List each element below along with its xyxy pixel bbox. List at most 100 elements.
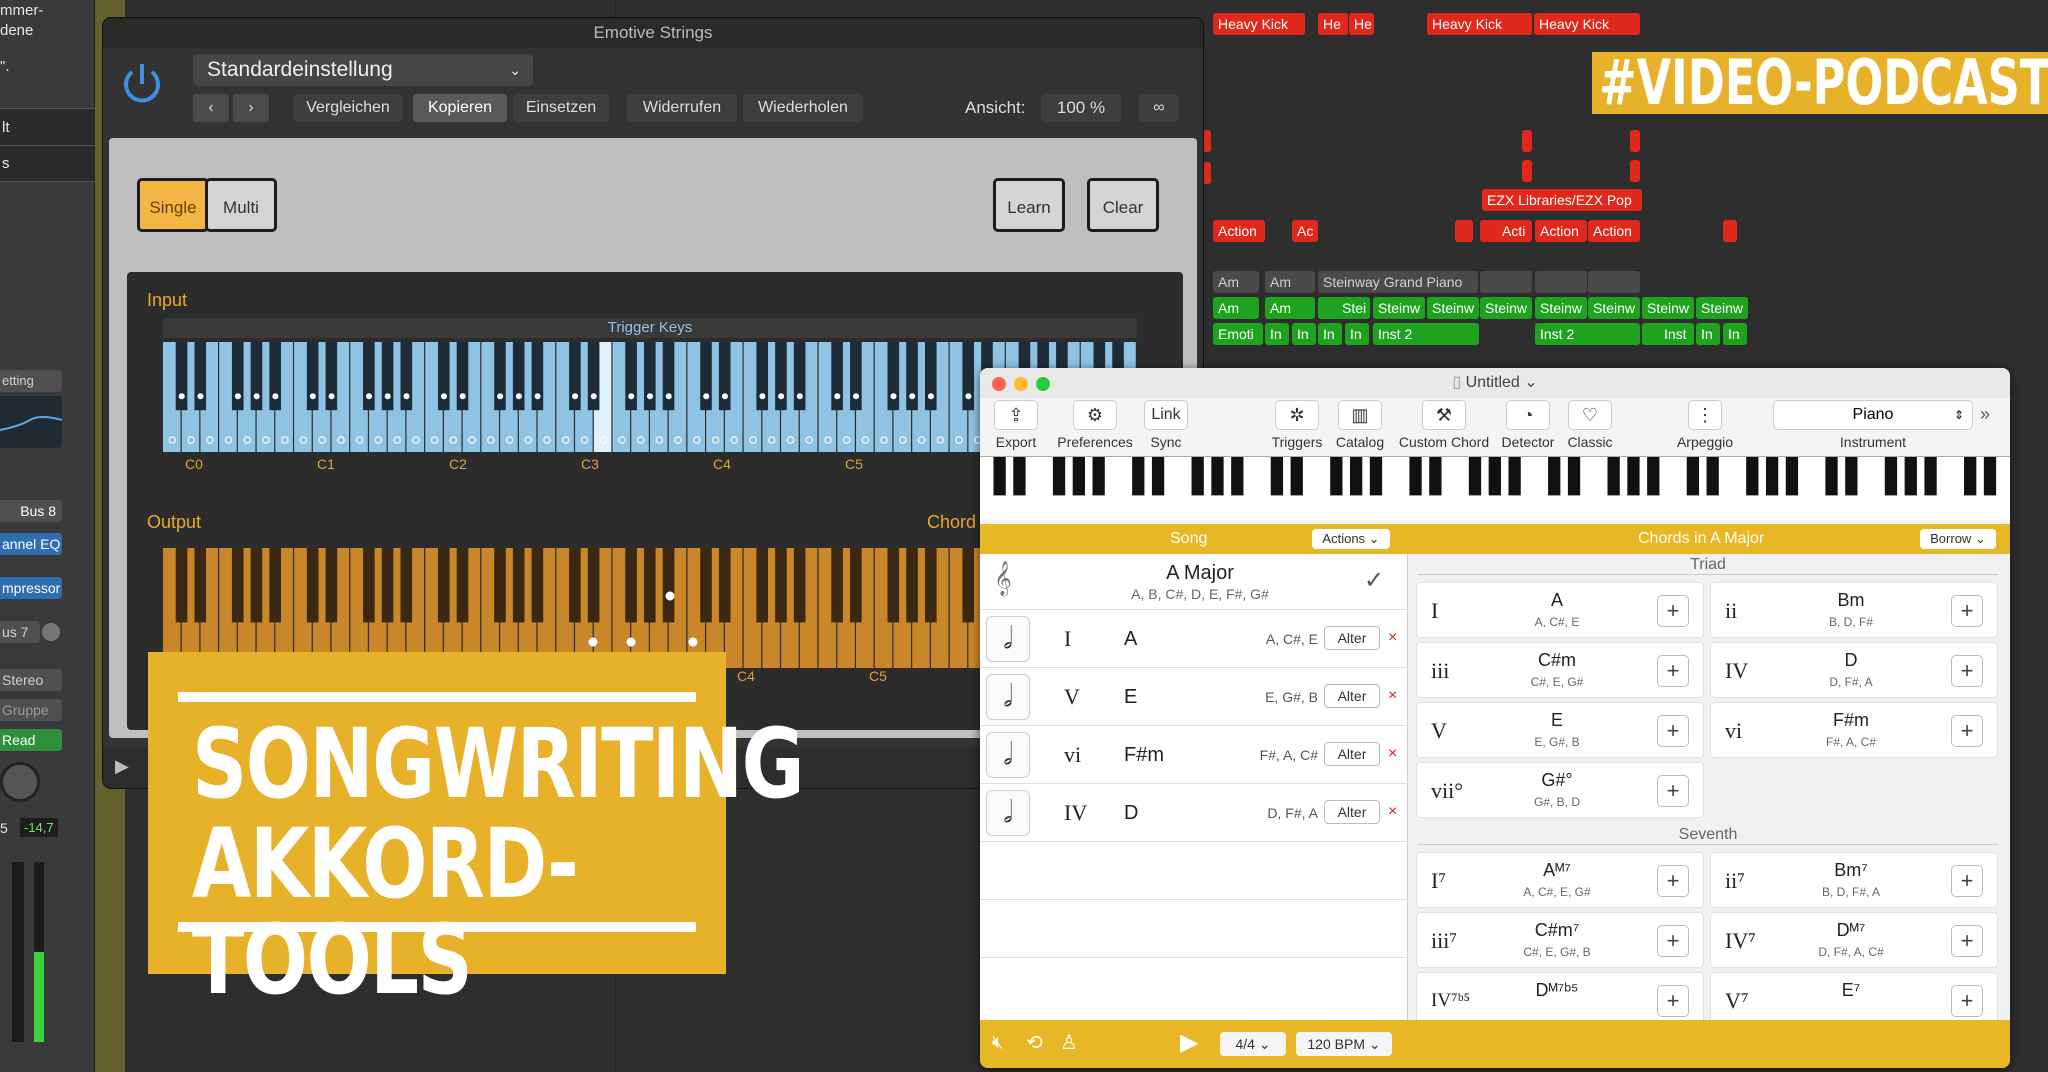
alter-button[interactable]: Alter: [1324, 742, 1380, 766]
black-key[interactable]: [625, 342, 637, 411]
black-key[interactable]: [1825, 457, 1838, 496]
black-key[interactable]: [962, 548, 975, 623]
region-heavy-kick[interactable]: Heavy Kick: [1534, 13, 1640, 35]
black-key[interactable]: [381, 548, 394, 623]
black-key[interactable]: [793, 342, 806, 411]
black-key[interactable]: [1013, 457, 1026, 496]
add-chord-button[interactable]: +: [1951, 925, 1983, 957]
region-marker[interactable]: [1630, 130, 1640, 152]
black-key[interactable]: [325, 548, 338, 623]
link-sync-button[interactable]: Link Sync: [1130, 400, 1202, 450]
remove-icon[interactable]: ×: [1388, 626, 1397, 650]
black-key[interactable]: [456, 342, 469, 411]
channel-eq-slot[interactable]: annel EQ: [0, 533, 62, 555]
black-key[interactable]: [269, 342, 282, 411]
mute-icon[interactable]: 🔇︎: [992, 1032, 1003, 1053]
borrow-menu[interactable]: Borrow ⌄: [1920, 529, 1996, 549]
undo-button[interactable]: Widerrufen: [627, 94, 737, 122]
black-key[interactable]: [437, 548, 450, 623]
black-key[interactable]: [1191, 457, 1204, 496]
triggers-button[interactable]: ✲ Triggers: [1264, 400, 1330, 450]
automation-read[interactable]: Read: [0, 729, 62, 751]
classic-button[interactable]: ♡ Classic: [1558, 400, 1622, 450]
add-chord-button[interactable]: +: [1657, 775, 1689, 807]
region-empty[interactable]: [1480, 271, 1532, 293]
redo-button[interactable]: Wiederholen: [743, 94, 863, 122]
black-key[interactable]: [494, 342, 506, 411]
add-chord-button[interactable]: +: [1951, 655, 1983, 687]
black-key[interactable]: [1746, 457, 1759, 496]
black-key[interactable]: [775, 342, 787, 411]
add-chord-button[interactable]: +: [1951, 715, 1983, 747]
black-key[interactable]: [850, 548, 862, 623]
black-key[interactable]: [1964, 457, 1977, 496]
zoom-select[interactable]: 100 %: [1041, 94, 1121, 122]
prev-preset-button[interactable]: ‹: [193, 94, 229, 122]
black-key[interactable]: [250, 342, 263, 411]
song-chord-row[interactable]: 𝅗𝅥 vi F#m F#, A, C# Alter ×: [980, 726, 1408, 784]
region-action[interactable]: Ac: [1292, 220, 1318, 242]
black-key[interactable]: [175, 548, 188, 623]
black-key[interactable]: [1845, 457, 1858, 496]
black-key[interactable]: [437, 342, 450, 411]
black-key[interactable]: [231, 342, 244, 411]
region-inst-2[interactable]: Inst 2: [1373, 323, 1479, 345]
black-key[interactable]: [1468, 457, 1482, 496]
chord-card[interactable]: IV⁷ Dᴹ⁷ D, F#, A, C# +: [1710, 912, 1998, 968]
black-key[interactable]: [1350, 457, 1363, 496]
region-steinway[interactable]: Steinw: [1642, 297, 1694, 319]
add-chord-button[interactable]: +: [1657, 595, 1689, 627]
compressor-slot[interactable]: mpressor: [0, 577, 62, 599]
play-icon[interactable]: ▶: [115, 756, 129, 777]
black-key[interactable]: [512, 342, 525, 411]
black-key[interactable]: [512, 548, 525, 623]
black-key[interactable]: [644, 548, 656, 623]
region-ezx-libraries[interactable]: EZX Libraries/EZX Pop: [1482, 189, 1642, 211]
black-key[interactable]: [531, 548, 544, 623]
song-chord-row[interactable]: 𝅗𝅥 IV D D, F#, A Alter ×: [980, 784, 1408, 842]
region-inst[interactable]: Inst: [1642, 323, 1694, 345]
copy-button[interactable]: Kopieren: [413, 94, 507, 122]
black-key[interactable]: [231, 548, 244, 623]
black-key[interactable]: [569, 342, 581, 411]
learn-button[interactable]: Learn: [993, 178, 1065, 232]
instrument-select[interactable]: Piano ⇕: [1773, 400, 1973, 430]
region-marker[interactable]: [1630, 160, 1640, 182]
time-signature-select[interactable]: 4/4 ⌄: [1220, 1032, 1286, 1056]
region-steinway[interactable]: Steinw: [1480, 297, 1532, 319]
black-key[interactable]: [1765, 457, 1779, 496]
chord-card[interactable]: vi F#m F#, A, C# +: [1710, 702, 1998, 758]
black-key[interactable]: [831, 342, 843, 411]
black-key[interactable]: [644, 342, 656, 411]
catalog-button[interactable]: ▥ Catalog: [1330, 400, 1390, 450]
detector-button[interactable]: ◔ Detector: [1496, 400, 1560, 450]
black-key[interactable]: [1290, 457, 1303, 496]
black-key[interactable]: [850, 342, 862, 411]
black-key[interactable]: [1270, 457, 1284, 496]
black-key[interactable]: [1508, 457, 1521, 496]
black-key[interactable]: [1627, 457, 1640, 496]
black-key[interactable]: [1548, 457, 1561, 496]
black-key[interactable]: [1409, 457, 1422, 496]
minimize-window-button[interactable]: [1014, 377, 1028, 391]
paste-button[interactable]: Einsetzen: [513, 94, 609, 122]
black-key[interactable]: [793, 548, 806, 623]
region-steinway[interactable]: Steinw: [1535, 297, 1587, 319]
chord-card[interactable]: iii⁷ C#m⁷ C#, E, G#, B +: [1416, 912, 1704, 968]
chord-card[interactable]: V E E, G#, B +: [1416, 702, 1704, 758]
black-key[interactable]: [587, 548, 600, 623]
black-key[interactable]: [494, 548, 506, 623]
black-key[interactable]: [250, 548, 263, 623]
black-key[interactable]: [700, 342, 712, 411]
black-key[interactable]: [831, 548, 843, 623]
song-chord-row[interactable]: 𝅗𝅥 I A A, C#, E Alter ×: [980, 610, 1408, 668]
black-key[interactable]: [456, 548, 469, 623]
black-key[interactable]: [1211, 457, 1224, 496]
metronome-icon[interactable]: ♙: [1060, 1030, 1078, 1055]
black-key[interactable]: [993, 457, 1006, 496]
region-inst[interactable]: Emoti: [1213, 323, 1263, 345]
black-key[interactable]: [962, 342, 975, 411]
chord-card[interactable]: ii Bm B, D, F# +: [1710, 582, 1998, 638]
region-empty[interactable]: [1535, 271, 1587, 293]
region-steinway[interactable]: Stei: [1318, 297, 1370, 319]
